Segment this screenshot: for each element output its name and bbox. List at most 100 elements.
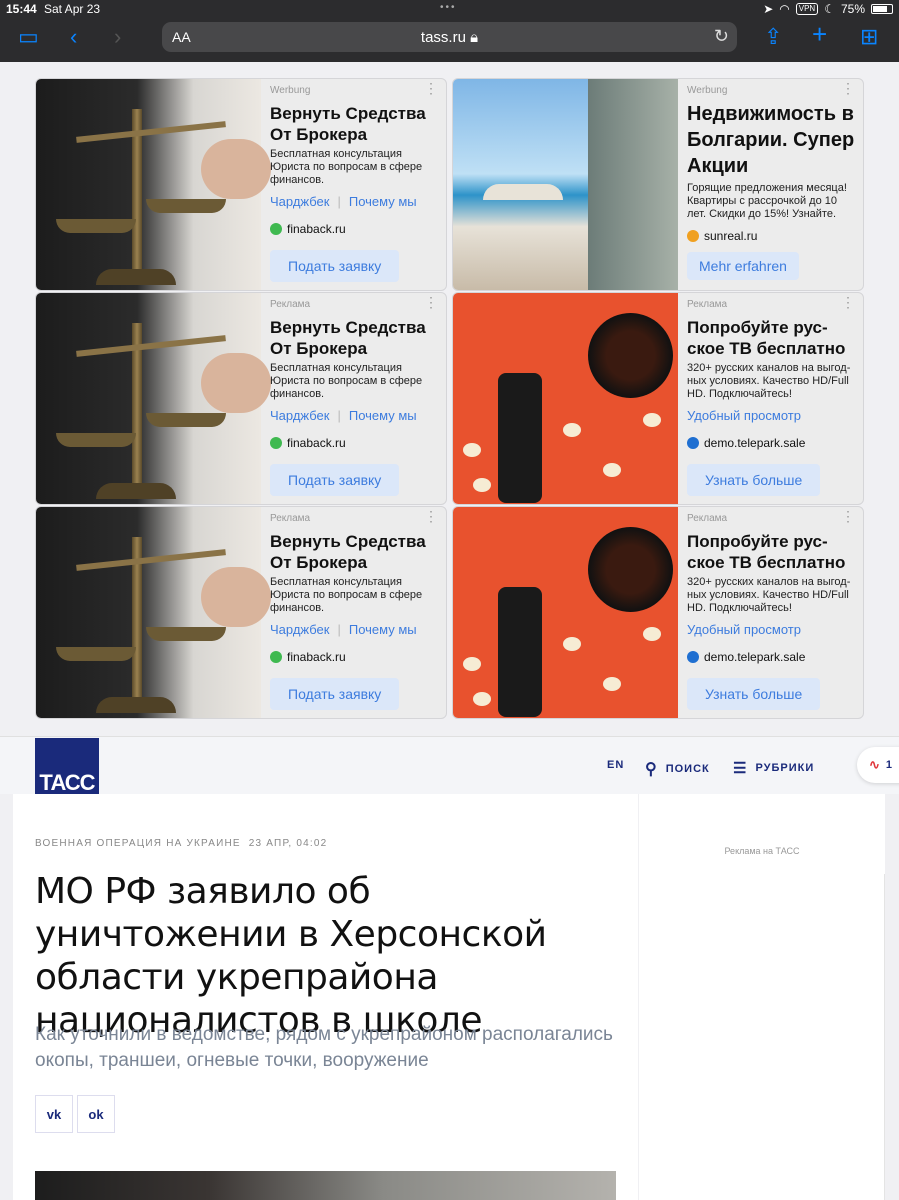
ad-label: Реклама — [270, 299, 311, 310]
url-text: tass.ru 🔒︎ — [162, 29, 737, 46]
ad-cta-button[interactable]: Mehr erfahren — [687, 252, 799, 280]
live-count: 1 — [885, 759, 893, 771]
ad-label: Реклама — [270, 513, 311, 524]
ad-cta-button[interactable]: Узнать больше — [687, 464, 821, 496]
site-favicon-icon — [270, 223, 282, 235]
ad-link[interactable]: Удобный просмотр — [687, 622, 801, 637]
nav-search-label[interactable]: ПОИСК — [666, 763, 710, 775]
sidebar-toggle-icon[interactable]: ▭ — [18, 26, 39, 48]
ad-image[interactable] — [453, 507, 678, 718]
site-favicon-icon — [270, 437, 282, 449]
article-meta: ВОЕННАЯ ОПЕРАЦИЯ НА УКРАИНЕ 23 АПР, 04:02 — [35, 838, 327, 849]
ad-card[interactable]: ⋮ Реклама Вернуть Средства От Брокера Бе… — [35, 506, 447, 719]
lock-icon: 🔒︎ — [470, 29, 479, 46]
live-feed-button[interactable]: ∿ 1 — [857, 747, 899, 783]
ad-description: Бесплатная консультация Юриста по вопрос… — [270, 148, 423, 186]
pulse-icon: ∿ — [869, 757, 880, 772]
moon-icon: ☾ — [824, 2, 835, 16]
ad-title[interactable]: Попробуйте рус-ское ТВ бесплатно — [687, 317, 859, 359]
sidebar-lower — [639, 874, 885, 1200]
tabs-overview-icon[interactable]: ⊞ — [860, 26, 878, 48]
wifi-icon: ◠ — [779, 2, 790, 16]
ad-card[interactable]: ⋮ Werbung Недвижимость в Болгарии. Супер… — [452, 78, 864, 291]
status-bar: 15:44 Sat Apr 23 ••• ➤ ◠ VPN ☾ 75% — [0, 0, 899, 18]
menu-icon[interactable]: ☰ — [733, 759, 747, 777]
ad-image[interactable] — [36, 79, 271, 290]
ad-description: Бесплатная консультация Юриста по вопрос… — [270, 576, 423, 614]
ad-card[interactable]: ⋮ Реклама Попробуйте рус-ское ТВ бесплат… — [452, 292, 864, 505]
ad-title[interactable]: Попробуйте рус-ское ТВ бесплатно — [687, 531, 859, 573]
ad-domain[interactable]: sunreal.ru — [704, 229, 757, 243]
search-icon[interactable]: ⚲ — [645, 759, 658, 779]
browser-chrome: 15:44 Sat Apr 23 ••• ➤ ◠ VPN ☾ 75% ▭ ‹ ›… — [0, 0, 899, 62]
ad-title[interactable]: Вернуть Средства От Брокера — [270, 317, 442, 359]
site-favicon-icon — [687, 651, 699, 663]
nav-search[interactable]: ⚲ ПОИСК — [645, 759, 710, 779]
ad-cta-button[interactable]: Подать заявку — [270, 250, 400, 282]
ad-link[interactable]: Почему мы — [349, 408, 417, 423]
ad-link[interactable]: Чарджбек — [270, 408, 329, 423]
ad-description: 320+ русских каналов на выгод-ных услови… — [687, 576, 851, 614]
location-icon: ➤ — [763, 2, 774, 16]
ad-link[interactable]: Чарджбек — [270, 622, 329, 637]
ad-title[interactable]: Недвижимость в Болгарии. Супер Акции — [687, 101, 859, 179]
article-photo — [35, 1171, 616, 1200]
site-favicon-icon — [687, 230, 699, 242]
nav-en-label[interactable]: EN — [607, 759, 624, 771]
ad-image[interactable] — [36, 507, 271, 718]
ad-link[interactable]: Удобный просмотр — [687, 408, 801, 423]
ad-domain[interactable]: demo.telepark.sale — [704, 436, 805, 450]
ad-cta-button[interactable]: Узнать больше — [687, 678, 821, 710]
article-category[interactable]: ВОЕННАЯ ОПЕРАЦИЯ НА УКРАИНЕ — [35, 838, 241, 849]
ad-link[interactable]: Почему мы — [349, 194, 417, 209]
address-bar[interactable]: AA tass.ru 🔒︎ ↻ — [162, 22, 737, 52]
reload-icon[interactable]: ↻ — [714, 26, 729, 47]
ad-link[interactable]: Чарджбек — [270, 194, 329, 209]
back-icon[interactable]: ‹ — [70, 26, 77, 48]
ad-title[interactable]: Вернуть Средства От Брокера — [270, 531, 442, 573]
site-header: ТАСС EN ⚲ ПОИСК ☰ РУБРИКИ ∿ 1 — [0, 736, 899, 802]
new-tab-icon[interactable]: + — [812, 21, 827, 47]
url-domain: tass.ru — [420, 29, 466, 46]
multitasking-dots-icon[interactable]: ••• — [440, 2, 457, 13]
share-vk-button[interactable]: vk — [35, 1095, 73, 1133]
ad-card[interactable]: ⋮ Реклама Попробуйте рус-ское ТВ бесплат… — [452, 506, 864, 719]
ad-domain[interactable]: finaback.ru — [287, 222, 346, 236]
status-date: Sat Apr 23 — [44, 2, 101, 16]
nav-rubrics-label[interactable]: РУБРИКИ — [755, 762, 814, 774]
forward-icon[interactable]: › — [114, 26, 121, 48]
tass-logo[interactable]: ТАСС — [35, 738, 99, 802]
status-time: 15:44 — [6, 2, 37, 16]
ad-cta-button[interactable]: Подать заявку — [270, 464, 400, 496]
nav-en[interactable]: EN — [607, 759, 624, 771]
ad-cta-button[interactable]: Подать заявку — [270, 678, 400, 710]
nav-rubrics[interactable]: ☰ РУБРИКИ — [733, 759, 814, 777]
ad-label: Werbung — [270, 85, 311, 96]
ad-description: Бесплатная консультация Юриста по вопрос… — [270, 362, 423, 400]
article-headline: МО РФ заявило об уничтожении в Херсонско… — [35, 871, 547, 1041]
ad-domain[interactable]: finaback.ru — [287, 436, 346, 450]
share-ok-button[interactable]: ok — [77, 1095, 115, 1133]
article: ВОЕННАЯ ОПЕРАЦИЯ НА УКРАИНЕ 23 АПР, 04:02… — [13, 794, 638, 1200]
ad-image[interactable] — [453, 293, 678, 504]
ad-label: Werbung — [687, 85, 728, 96]
ad-card[interactable]: ⋮ Реклама Вернуть Средства От Брокера Бе… — [35, 292, 447, 505]
article-lead: Как уточнили в ведомстве, рядом с укрепр… — [35, 1024, 613, 1071]
ad-link[interactable]: Почему мы — [349, 622, 417, 637]
ad-card[interactable]: ⋮ Werbung Вернуть Средства От Брокера Бе… — [35, 78, 447, 291]
ad-title[interactable]: Вернуть Средства От Брокера — [270, 103, 442, 145]
ad-image[interactable] — [36, 293, 271, 504]
ad-image[interactable] — [453, 79, 678, 290]
site-favicon-icon — [270, 651, 282, 663]
share-icon[interactable]: ⇪ — [764, 26, 782, 48]
ad-label: Реклама — [687, 513, 728, 524]
sidebar-ad-slot: Реклама на ТАСС — [639, 794, 885, 874]
site-favicon-icon — [687, 437, 699, 449]
ad-domain[interactable]: demo.telepark.sale — [704, 650, 805, 664]
battery-icon — [871, 4, 893, 14]
article-date: 23 АПР, 04:02 — [248, 838, 328, 849]
sidebar-ad-note: Реклама на ТАСС — [724, 846, 800, 856]
status-right: ➤ ◠ VPN ☾ 75% — [763, 2, 893, 16]
ad-domain[interactable]: finaback.ru — [287, 650, 346, 664]
vk-icon: vk — [46, 1106, 62, 1122]
